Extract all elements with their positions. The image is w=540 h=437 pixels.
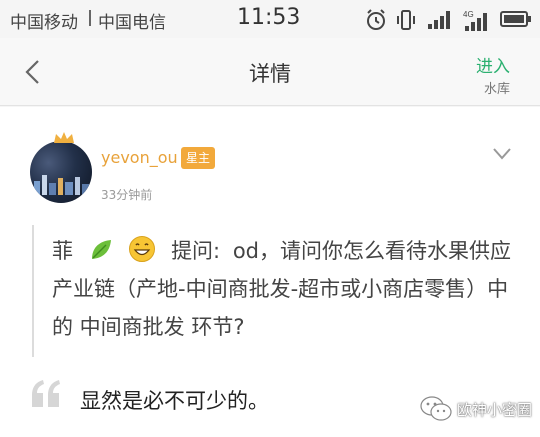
answer-text: 显然是必不可少的。 <box>80 389 269 413</box>
grinning-emoji-icon <box>129 236 156 262</box>
vibrate-icon <box>397 10 415 30</box>
avatar-city-image <box>34 175 89 195</box>
enter-button[interactable]: 进入 <box>476 52 510 77</box>
crown-icon <box>54 132 74 143</box>
watermark-text: 欧神小密圈 <box>456 400 532 419</box>
post-timestamp: 33分钟前 <box>101 188 153 202</box>
avatar-container[interactable] <box>30 131 96 203</box>
navigation-bar: 详情 进入 水库 <box>0 38 540 106</box>
status-bar: 中国移动 中国电信 11:53 4G <box>0 0 540 38</box>
username[interactable]: yevon_ou <box>101 148 178 167</box>
carrier-name-1: 中国移动 <box>10 13 78 33</box>
owner-badge: 星主 <box>181 147 216 169</box>
avatar[interactable] <box>30 141 92 203</box>
enter-subtitle: 水库 <box>483 82 510 97</box>
question-text: od，请问你怎么看待水果供应产业链（产地-中间商批发-超市或小商店零售）中的 中… <box>52 239 512 339</box>
svg-text:4G: 4G <box>463 10 474 19</box>
wechat-logo-icon <box>420 396 452 421</box>
post-detail: yevon_ou 星主 33分钟前 菲 提问: od，请问你怎么看待水果供应产业… <box>0 107 540 437</box>
carrier-divider <box>89 10 91 26</box>
alarm-icon <box>367 9 385 30</box>
question-block: 菲 提问: od，请问你怎么看待水果供应产业链（产地-中间商批发-超市或小商店零… <box>52 232 522 346</box>
signal-icon <box>428 11 450 29</box>
question-prefix: 提问: <box>171 239 221 263</box>
quote-mark-icon <box>32 380 60 407</box>
carrier-name-2: 中国电信 <box>98 13 166 33</box>
asker-name: 菲 <box>52 239 73 263</box>
page-title: 详情 <box>249 62 291 86</box>
chevron-down-icon[interactable] <box>492 147 512 161</box>
question-quote-bar <box>32 225 34 357</box>
leaf-emoji-icon <box>91 240 111 259</box>
4g-signal-icon: 4G <box>463 10 487 31</box>
status-clock: 11:53 <box>237 5 301 30</box>
watermark: 欧神小密圈 <box>419 395 532 423</box>
battery-icon <box>500 11 531 27</box>
